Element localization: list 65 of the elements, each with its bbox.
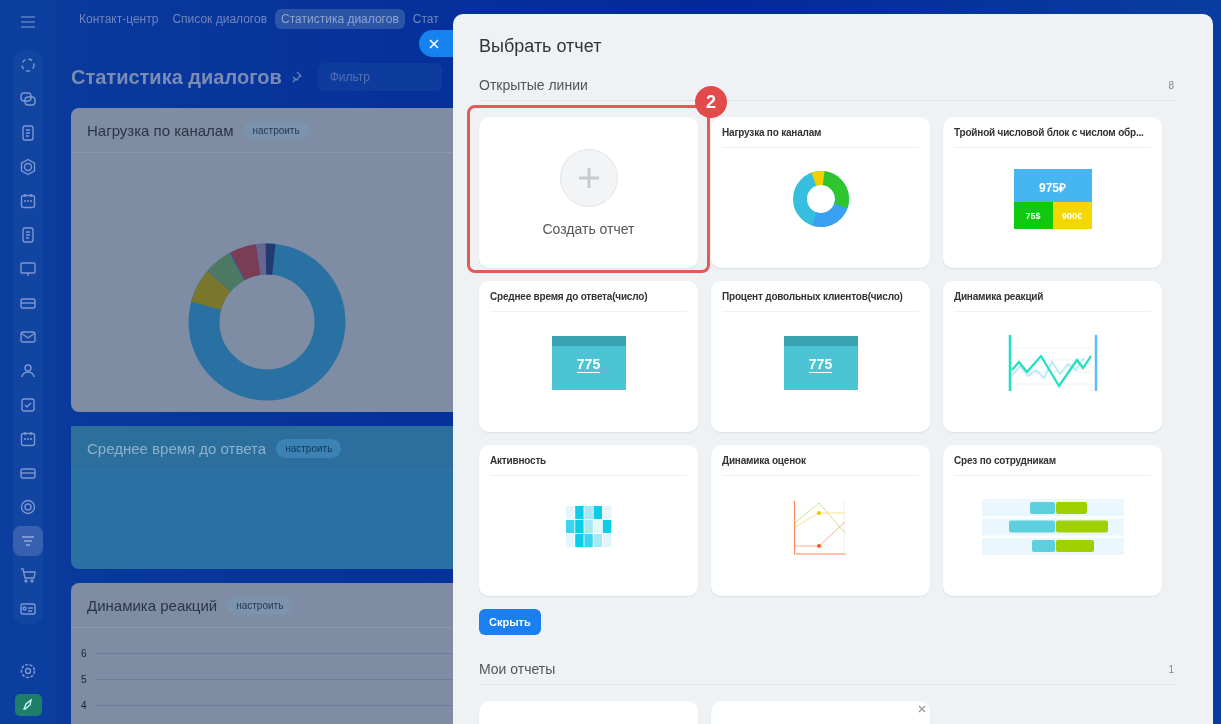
axis-tick-label: 4: [81, 700, 88, 711]
section-count: 8: [1168, 79, 1174, 91]
settings-icon[interactable]: [19, 662, 37, 680]
panel-title: Выбрать отчет: [479, 36, 603, 57]
widget-title: Нагрузка по каналам: [87, 121, 234, 139]
line-chart-preview-drawing: [792, 499, 849, 555]
configure-button[interactable]: настроить: [243, 120, 309, 140]
axis-tick-label: 5: [81, 674, 88, 685]
report-card[interactable]: Активность: [479, 445, 698, 596]
report-card[interactable]: Тройной числовой блок с числом обр... 975₽ 75$ 900€: [943, 117, 1162, 268]
preview-value: 900€: [1062, 210, 1082, 221]
donut-preview-drawing: [790, 169, 851, 229]
card-title: Нагрузка по каналам: [722, 127, 919, 148]
document-icon: [19, 124, 37, 142]
hide-button[interactable]: Скрыть: [479, 609, 541, 635]
section-title: Мои отчеты: [479, 661, 556, 677]
preview-value: 975₽: [1039, 180, 1066, 196]
preview-value: 775: [576, 356, 601, 373]
mail-icon: [19, 328, 37, 346]
hexagon-icon: [19, 158, 37, 176]
close-icon: [429, 38, 439, 49]
report-card[interactable]: Динамика оценок: [711, 445, 930, 596]
circle-icon: [19, 56, 37, 74]
card-title: Динамика реакций: [954, 291, 1151, 312]
target-icon: [19, 498, 37, 516]
report-card[interactable]: Срез по сотрудникам: [943, 445, 1162, 596]
cart-icon: [19, 566, 37, 584]
configure-button[interactable]: настроить: [227, 595, 293, 615]
create-report-card[interactable]: Создать отчет: [479, 117, 698, 268]
widget-title: Динамика реакций: [87, 596, 218, 614]
card-title: Процент довольных клиентов(число): [722, 291, 919, 312]
calendar-icon: [19, 430, 37, 448]
sidebar-item[interactable]: [13, 526, 43, 556]
report-card[interactable]: Процент довольных клиентов(число) 775: [711, 281, 930, 432]
people-icon: [19, 362, 37, 380]
report-card[interactable]: Нагрузка по каналам: [711, 117, 930, 268]
card-title: Тройной числовой блок с числом обр...: [954, 127, 1151, 148]
menu-icon[interactable]: [20, 16, 36, 28]
close-icon[interactable]: [918, 705, 926, 713]
card-title: Активность: [490, 455, 687, 476]
heatmap-preview-drawing: [565, 506, 612, 548]
chat-icon: [19, 90, 37, 108]
close-button[interactable]: [419, 30, 453, 57]
page-title: Статистика диалогов: [71, 65, 282, 89]
plus-icon: [559, 148, 618, 207]
monitor-icon: [19, 260, 37, 278]
filter-field[interactable]: Фильтр: [317, 63, 442, 91]
section-title: Открытые линии: [479, 77, 588, 93]
create-report-label: Создать отчет: [542, 220, 635, 237]
card-title: Срез по сотрудникам: [954, 455, 1151, 476]
checkbox-icon: [19, 396, 37, 414]
rocket-button[interactable]: [14, 694, 42, 716]
document-icon: [19, 226, 37, 244]
id-card-icon: [19, 600, 37, 618]
step-badge: 2: [695, 86, 727, 118]
report-card[interactable]: Среднее время до ответа(число) 775: [479, 281, 698, 432]
axis-tick-label: 6: [81, 648, 88, 659]
card-title: Среднее время до ответа(число): [490, 291, 687, 312]
preview-value: 775: [808, 356, 833, 373]
preview-value: 75$: [1025, 210, 1041, 221]
calendar-icon: [19, 192, 37, 210]
widget-title: Среднее время до ответа: [87, 439, 267, 457]
report-card[interactable]: Динамика реакций: [943, 281, 1162, 432]
section-count: 1: [1168, 663, 1174, 675]
card-title: Динамика оценок: [722, 455, 919, 476]
